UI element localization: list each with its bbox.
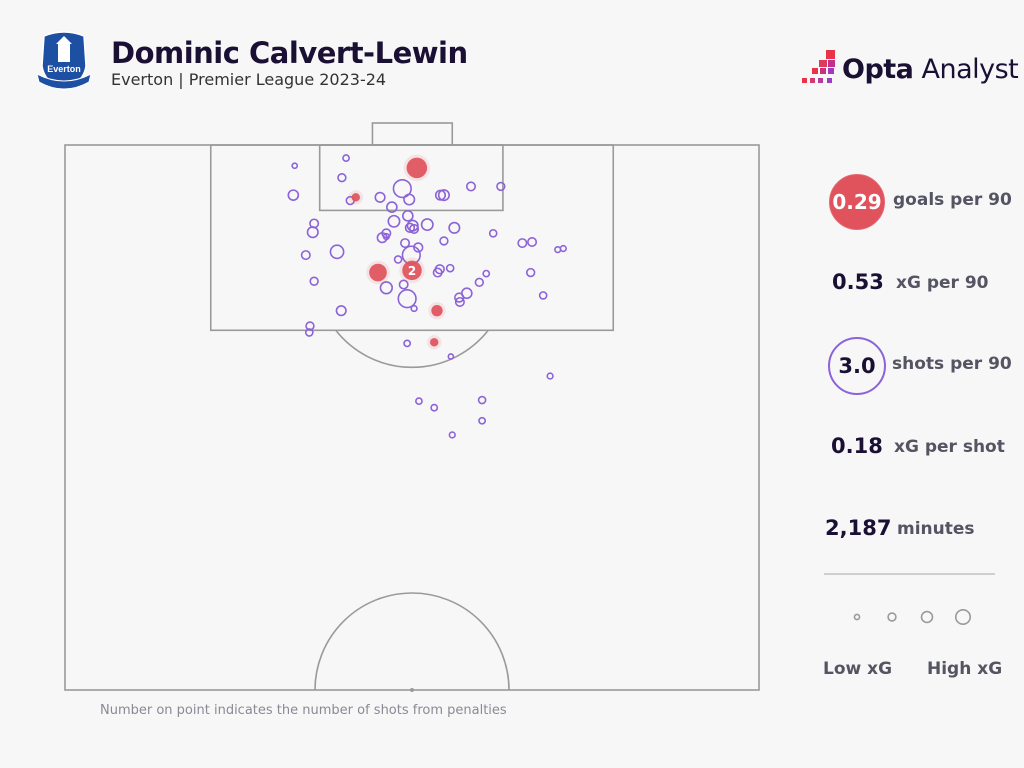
shot-point — [329, 244, 345, 260]
goals-per-90-badge: 0.29 — [829, 174, 885, 230]
shot-point — [445, 263, 455, 273]
shot-point — [379, 281, 393, 295]
shot-point — [374, 191, 386, 203]
stat-label: xG per 90 — [896, 273, 989, 293]
shot-point — [291, 162, 299, 170]
shot-point — [410, 304, 418, 313]
shots-per-90-badge: 3.0 — [828, 337, 886, 395]
shot-point — [387, 214, 401, 228]
divider — [824, 573, 995, 575]
legend-size-circle — [887, 612, 897, 622]
page-subtitle: Everton | Premier League 2023-24 — [111, 70, 387, 89]
shot-point — [430, 403, 439, 412]
shot-point — [439, 236, 449, 246]
centre-circle — [314, 592, 510, 691]
page-title: Dominic Calvert-Lewin — [111, 36, 468, 70]
shot-point — [335, 305, 347, 317]
stat-value: 2,187 — [825, 516, 892, 540]
shot-point — [517, 238, 528, 249]
shot-point — [447, 353, 455, 360]
shot-point — [337, 173, 347, 183]
shot-point — [448, 431, 456, 439]
shot-point — [403, 193, 416, 206]
shot-point — [482, 269, 491, 278]
shot-point — [559, 244, 567, 253]
legend-size-circle — [954, 608, 972, 626]
goal — [371, 122, 454, 146]
shot-point — [527, 236, 538, 248]
shot-point — [546, 372, 554, 380]
stat-label: xG per shot — [894, 437, 1005, 457]
shot-point — [342, 154, 350, 162]
legend-high-label: High xG — [927, 659, 1003, 679]
shot-point — [402, 210, 414, 222]
shot-point — [415, 397, 423, 406]
shot-point — [448, 221, 461, 234]
shot-point — [477, 395, 487, 405]
pitch-outline — [64, 144, 760, 691]
legend-size-circle — [853, 613, 861, 621]
shot-point — [474, 277, 485, 288]
goal-point — [406, 157, 428, 179]
stat-label: shots per 90 — [892, 354, 1012, 374]
penalty-arc — [335, 329, 489, 369]
stat-value: 0.29 — [832, 190, 882, 214]
goal-point — [429, 338, 439, 347]
shot-point — [300, 250, 311, 261]
shot-point — [420, 218, 434, 232]
stat-label: minutes — [897, 519, 975, 539]
shot-point — [538, 291, 548, 300]
shot-point — [309, 276, 319, 286]
stat-label: goals per 90 — [893, 190, 1012, 210]
opta-logo-icon — [802, 50, 835, 83]
opta-analyst-logo: Opta Analyst — [842, 54, 1019, 85]
footnote: Number on point indicates the number of … — [100, 703, 507, 718]
shot-point — [525, 267, 536, 278]
logo-bold: Opta — [842, 54, 914, 85]
goal-point — [369, 263, 387, 282]
shot-point — [397, 289, 417, 309]
shot-point — [306, 226, 319, 239]
goal-point — [351, 193, 361, 202]
shot-point — [554, 245, 562, 254]
shot-point — [287, 189, 300, 201]
everton-crest-logo: Everton — [36, 31, 92, 91]
legend-size-circle — [920, 610, 934, 624]
shot-point — [488, 228, 498, 238]
stat-value: 3.0 — [838, 354, 876, 378]
shot-point — [393, 255, 403, 264]
stat-value: 0.18 — [831, 434, 883, 458]
penalty-count-label: 2 — [408, 264, 416, 278]
legend-low-label: Low xG — [823, 659, 893, 679]
stat-value: 0.53 — [832, 270, 884, 294]
shot-point — [403, 339, 412, 348]
shot-point — [478, 416, 487, 425]
goal-point — [431, 305, 443, 317]
logo-regular: Analyst — [913, 54, 1019, 85]
centre-spot — [410, 688, 414, 692]
shot-point — [465, 181, 477, 192]
svg-text:Everton: Everton — [47, 64, 81, 74]
